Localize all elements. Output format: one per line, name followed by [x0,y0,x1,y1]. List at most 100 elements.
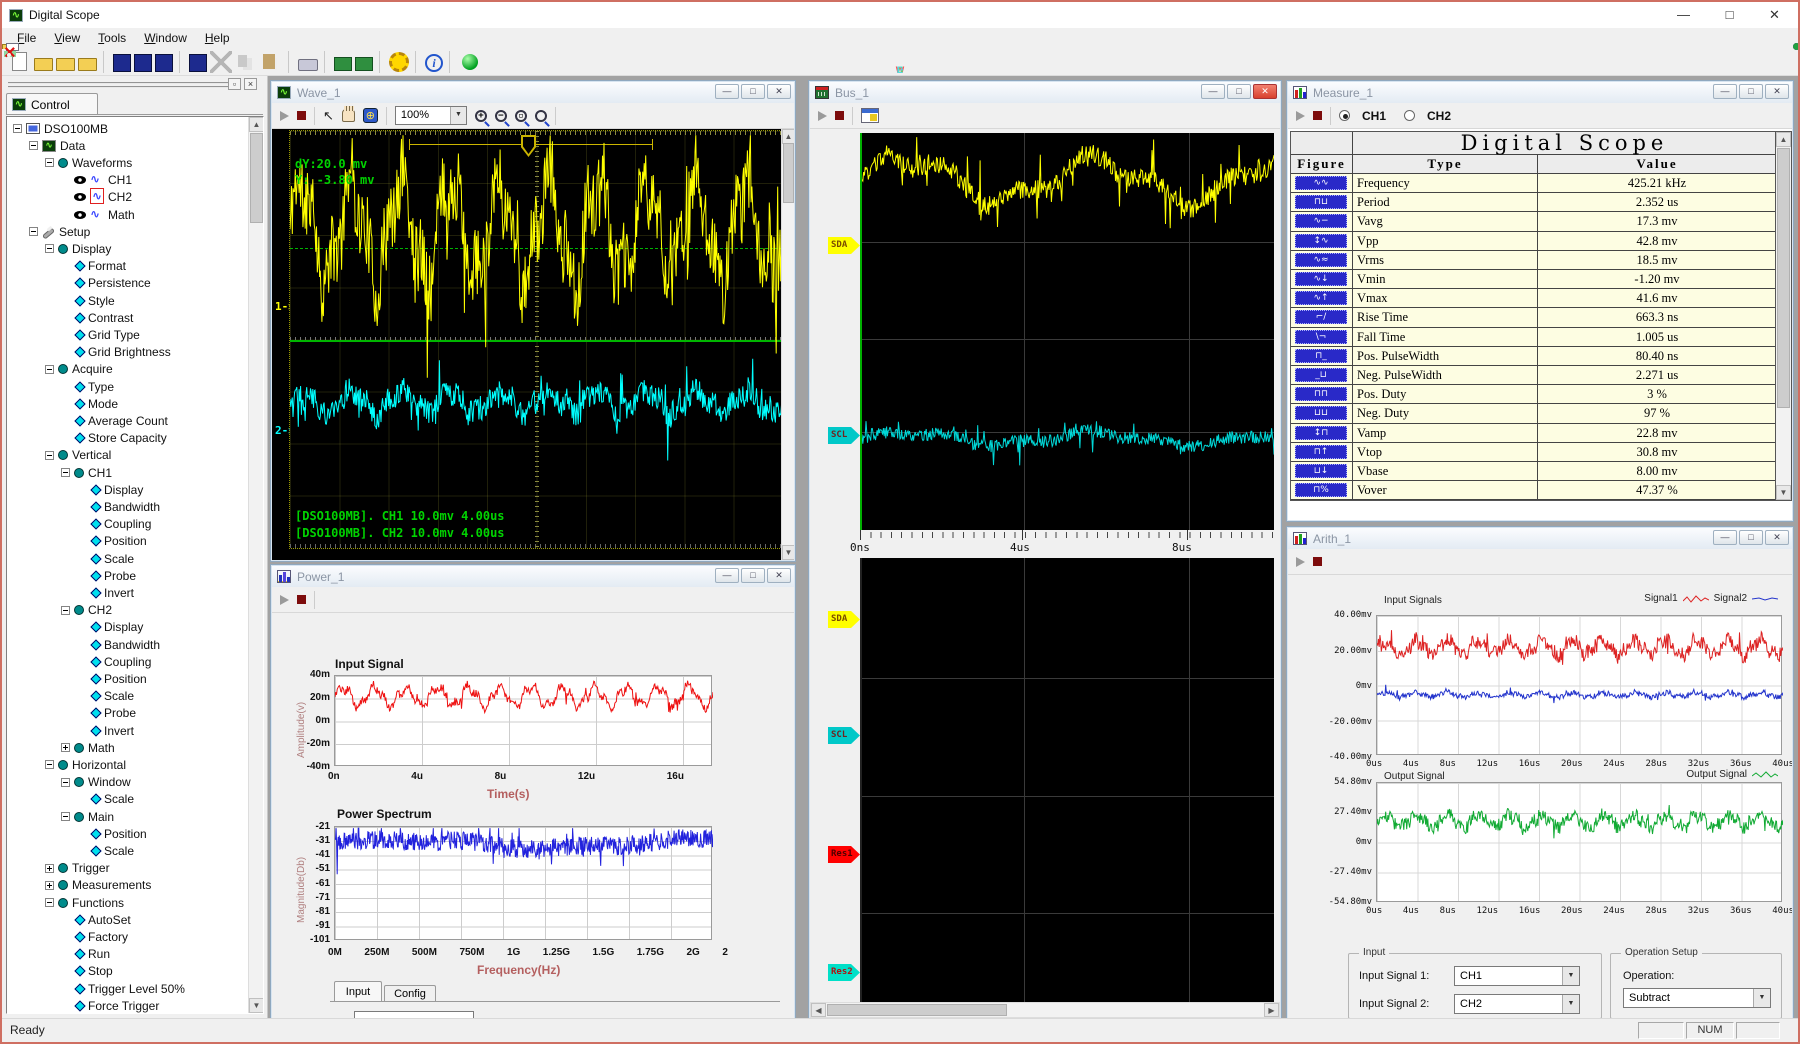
bus-signal-flag[interactable]: SDA [828,237,860,254]
tree-item[interactable]: DSO100MB [13,120,108,137]
tree-item[interactable]: Main [61,808,114,825]
zoom-in-icon[interactable]: + [475,110,487,122]
measurement-row[interactable]: ⊓↑ Vtop 30.8 mv [1291,443,1775,462]
scroll-thumb[interactable] [783,143,794,203]
scroll-up-icon[interactable]: ▲ [249,117,264,132]
tree-expander[interactable] [29,227,38,236]
tree-item[interactable]: Display [77,619,143,636]
tree-item[interactable]: Display [77,481,143,498]
scroll-down-icon[interactable]: ▼ [782,545,794,560]
select-dropdown-icon[interactable]: ▼ [1562,995,1579,1013]
stop-icon[interactable] [297,111,306,120]
tree-item[interactable]: Window [61,774,131,791]
bus-signal-flag[interactable]: SDA [828,611,860,628]
tree-item[interactable]: Scale [77,791,134,808]
measurement-row[interactable]: ⊓⊔ Period 2.352 us [1291,193,1775,212]
stop-icon[interactable] [297,595,306,604]
select-dropdown-icon[interactable]: ▼ [1753,989,1770,1007]
measurement-row[interactable]: ⊓⊓ Pos. Duty 3 % [1291,385,1775,404]
tree-item[interactable]: Bandwidth [77,498,160,515]
wave1-minimize-button[interactable]: — [715,84,739,99]
panel-grip[interactable] [8,82,230,88]
tree-expander[interactable] [61,743,70,752]
zoom-reset-icon[interactable] [535,110,547,122]
tree-item[interactable]: Contrast [61,309,133,326]
tree-item[interactable]: Force Trigger [61,997,159,1014]
run-icon[interactable] [280,595,289,605]
zoom-level-combobox[interactable]: 100% ▼ [395,106,467,125]
tree-scrollbar[interactable]: ▲ ▼ [248,117,263,1013]
tree-item[interactable]: Stop [61,963,113,980]
power1-close-button[interactable]: ✕ [767,568,791,583]
bus-signal-flag[interactable]: Res1 [828,846,860,863]
tab-input[interactable]: Input [334,981,382,1002]
tree-item[interactable]: Invert [77,722,134,739]
tree-item[interactable]: Mode [61,395,118,412]
measurement-row[interactable]: ∿− Vavg 17.3 mv [1291,212,1775,231]
tab-control[interactable]: Control [6,93,98,115]
tree-expander[interactable] [45,898,54,907]
tree-expander[interactable] [61,468,70,477]
tree-item[interactable]: Scale [77,842,134,859]
tree-item[interactable]: CH2 [61,602,112,619]
measurement-row[interactable]: ∿≈ Vrms 18.5 mv [1291,251,1775,270]
measurement-row[interactable]: ⊓_ Pos. PulseWidth 80.40 ns [1291,347,1775,366]
zoom-box-icon[interactable]: ▫ [515,110,527,122]
bus-signal-flag[interactable]: SCL [828,427,860,444]
input-signal2-select[interactable]: CH2 ▼ [1454,994,1580,1014]
tree-expander[interactable] [13,124,22,133]
bus-signal-flag[interactable]: Res2 [828,964,860,981]
operation-select[interactable]: Subtract ▼ [1623,988,1771,1008]
tree-item[interactable]: Style [61,292,115,309]
tree-item[interactable]: Math [61,206,135,223]
tree-item[interactable]: Grid Type [61,326,140,343]
radio-ch1-label[interactable]: CH1 [1362,109,1386,123]
bus1-minimize-button[interactable]: — [1201,84,1225,99]
tree-expander[interactable] [45,864,54,873]
bus1-hscrollbar[interactable]: ◀ ▶ [810,1002,1280,1018]
run-icon[interactable] [280,111,289,121]
measurement-row[interactable]: ↕⊓ Vamp 22.8 mv [1291,424,1775,443]
scroll-thumb[interactable] [1777,148,1790,408]
tree-item[interactable]: Coupling [77,653,151,670]
measurement-row[interactable]: ⊓% Vover 47.37 % [1291,481,1775,500]
wave1-scrollbar[interactable]: ▲ ▼ [781,129,794,560]
radio-ch1[interactable] [1339,110,1350,121]
bus-signal-flag[interactable]: SCL [828,727,860,744]
minimize-button[interactable]: — [1661,2,1706,28]
power1-minimize-button[interactable]: — [715,568,739,583]
menu-item[interactable]: Tools [89,29,135,47]
tree-expander[interactable] [61,606,70,615]
arith1-close-button[interactable]: ✕ [1765,530,1789,545]
tree-expander[interactable] [45,244,54,253]
tree-expander[interactable] [61,812,70,821]
measurement-row[interactable]: ⌐/ Rise Time 663.3 ns [1291,308,1775,327]
tree-item[interactable]: Invert [77,584,134,601]
tree-item[interactable]: Probe [77,567,136,584]
tree-expander[interactable] [45,365,54,374]
scroll-left-icon[interactable]: ◀ [811,1003,826,1017]
scroll-thumb[interactable] [827,1004,1007,1016]
input-signal1-select[interactable]: CH1 ▼ [1454,966,1580,986]
stop-icon[interactable] [835,111,844,120]
tree-item[interactable]: Run [61,946,110,963]
tree-item[interactable]: Data [29,137,85,154]
scroll-up-icon[interactable]: ▲ [782,129,794,144]
tree-item[interactable]: Display [45,240,111,257]
tree-item[interactable]: Scale [77,550,134,567]
select-cursor-icon[interactable]: ↖ [323,107,334,125]
center-target-icon[interactable]: ⊕ [363,108,378,123]
tree-item[interactable]: Trigger [45,860,110,877]
tree-item[interactable]: Math [61,739,115,756]
tree-item[interactable]: Horizontal [45,756,126,773]
stop-icon[interactable] [1313,557,1322,566]
measure1-scrollbar[interactable]: ▲ ▼ [1775,132,1791,500]
menu-item[interactable]: Help [196,29,239,47]
measurement-row[interactable]: ∿↑ Vmax 41.6 mv [1291,289,1775,308]
tree-item[interactable]: Factory [61,928,128,945]
measurement-row[interactable]: _⊔ Neg. PulseWidth 2.271 us [1291,366,1775,385]
radio-ch2[interactable] [1404,110,1415,121]
scroll-right-icon[interactable]: ▶ [1264,1003,1279,1017]
arith1-minimize-button[interactable]: — [1713,530,1737,545]
measurement-row[interactable]: ⊔↓ Vbase 8.00 mv [1291,462,1775,481]
